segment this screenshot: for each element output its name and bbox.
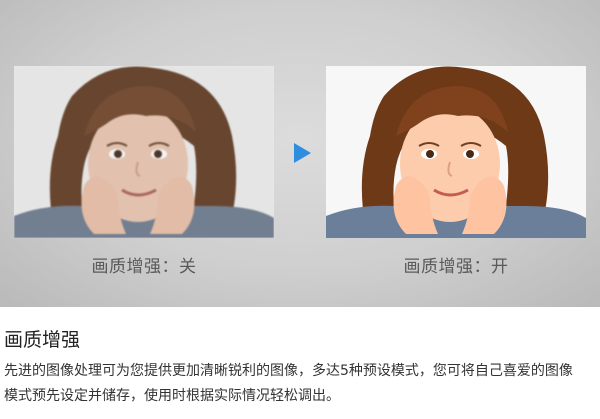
play-arrow-icon: [294, 143, 311, 163]
photo-enhancement-off: [14, 66, 274, 238]
comparison-banner: 画质增强：关 画质增强：开: [0, 0, 600, 307]
caption-enhancement-on: 画质增强：开: [403, 257, 509, 277]
feature-title: 画质增强: [4, 329, 81, 351]
photo-enhancement-on: [326, 66, 586, 238]
feature-description: 先进的图像处理可为您提供更加清晰锐利的图像，多达5种预设模式，您可将自己喜爱的图…: [4, 363, 573, 404]
caption-enhancement-off: 画质增强：关: [91, 257, 197, 277]
